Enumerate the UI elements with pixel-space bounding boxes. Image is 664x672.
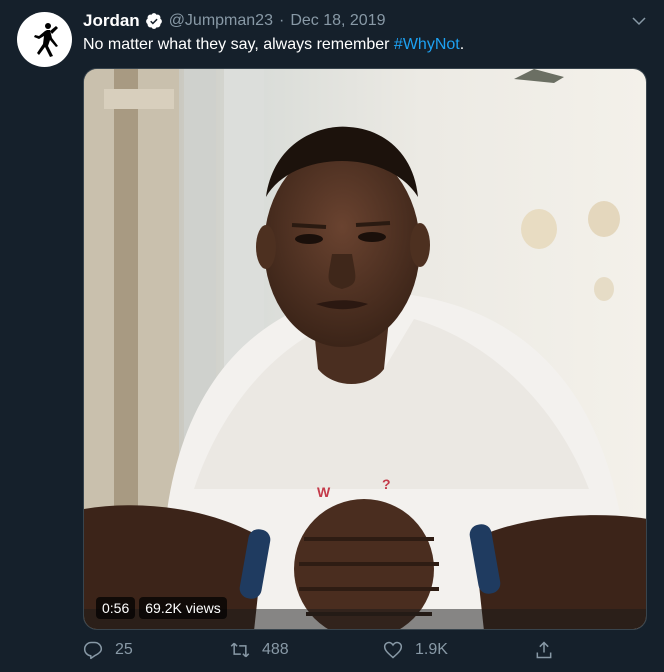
chevron-down-icon[interactable] xyxy=(630,12,648,30)
verified-badge-icon xyxy=(145,12,163,30)
avatar[interactable] xyxy=(17,12,72,67)
svg-text:W: W xyxy=(317,484,331,500)
retweet-icon xyxy=(230,642,250,658)
reply-count: 25 xyxy=(115,641,133,658)
reply-icon xyxy=(83,641,103,660)
video-duration: 0:56 xyxy=(96,597,136,619)
svg-text:?: ? xyxy=(382,476,391,492)
tweet-date[interactable]: Dec 18, 2019 xyxy=(290,12,385,30)
handle[interactable]: @Jumpman23 xyxy=(169,12,273,30)
reply-button[interactable]: 25 xyxy=(83,640,133,660)
like-count: 1.9K xyxy=(415,641,448,658)
tweet-actions: 25 488 1.9K xyxy=(83,640,563,666)
tweet[interactable]: Jordan @Jumpman23 · Dec 18, 2019 No matt… xyxy=(0,0,664,672)
video-meta: 0:56 69.2K views xyxy=(96,597,227,619)
tweet-text-end: . xyxy=(459,36,465,53)
hashtag-link[interactable]: #WhyNot xyxy=(394,36,460,53)
like-button[interactable]: 1.9K xyxy=(383,640,448,660)
tweet-text-body: No matter what they say, always remember xyxy=(83,36,394,53)
separator-dot: · xyxy=(278,12,285,29)
video-frame: W ? xyxy=(84,69,646,629)
share-button[interactable] xyxy=(534,640,554,660)
retweet-count: 488 xyxy=(262,641,289,658)
tweet-header: Jordan @Jumpman23 · Dec 18, 2019 xyxy=(83,10,624,32)
retweet-button[interactable]: 488 xyxy=(230,640,289,660)
jumpman-logo-icon xyxy=(33,22,58,57)
video-player[interactable]: W ? 0:56 69.2K views xyxy=(83,68,647,630)
tweet-text: No matter what they say, always remember… xyxy=(83,36,464,54)
heart-icon xyxy=(383,641,403,659)
display-name[interactable]: Jordan xyxy=(83,11,140,31)
video-views: 69.2K views xyxy=(139,597,227,619)
share-icon xyxy=(536,641,552,659)
